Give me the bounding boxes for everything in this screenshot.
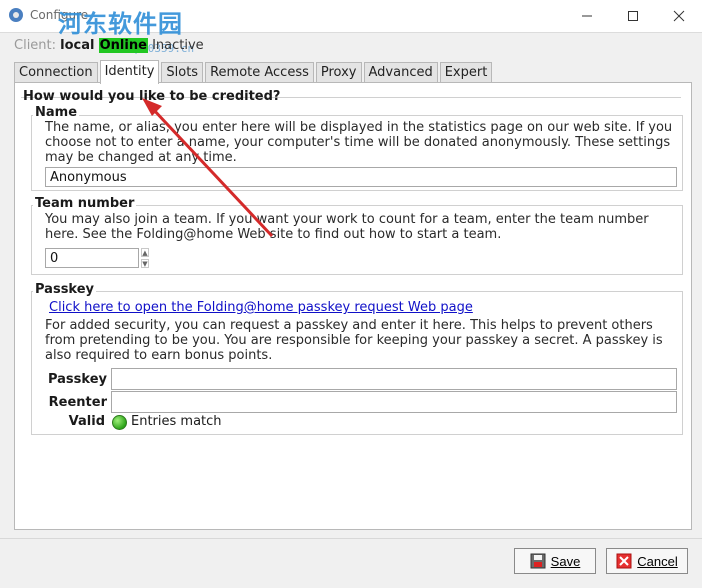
- credit-heading: How would you like to be credited?: [23, 89, 281, 104]
- tab-identity[interactable]: Identity: [99, 60, 160, 84]
- passkey-description: For added security, you can request a pa…: [45, 318, 663, 363]
- cancel-button[interactable]: Cancel: [606, 548, 688, 574]
- valid-label: Valid: [68, 414, 105, 429]
- status-online-badge: Online: [98, 38, 148, 53]
- cancel-icon: [616, 553, 632, 569]
- save-button-label: Save: [550, 553, 581, 569]
- name-section-title: Name: [33, 105, 80, 120]
- name-input[interactable]: [45, 167, 677, 187]
- close-button[interactable]: [656, 0, 702, 31]
- client-name: local: [60, 38, 95, 53]
- client-status-line: Client: local Online Inactive: [14, 38, 204, 53]
- passkey-label: Passkey: [47, 372, 107, 387]
- tab-advanced[interactable]: Advanced: [363, 62, 438, 83]
- title-bar: Configure 河东软件园: [0, 0, 702, 38]
- spin-up-icon[interactable]: ▲: [141, 248, 149, 257]
- team-number-spinner[interactable]: ▲ ▼: [141, 248, 149, 268]
- valid-status-icon: [112, 415, 127, 430]
- app-icon: [9, 8, 23, 22]
- valid-status-text: Entries match: [131, 414, 222, 429]
- team-description: You may also join a team. If you want yo…: [45, 212, 649, 242]
- minimize-button[interactable]: [564, 0, 610, 31]
- tab-proxy[interactable]: Proxy: [315, 62, 362, 83]
- save-icon: [530, 553, 546, 569]
- close-icon: [673, 10, 685, 21]
- name-description: The name, or alias, you enter here will …: [45, 120, 673, 165]
- tab-slots[interactable]: Slots: [161, 62, 204, 83]
- team-number-input[interactable]: [45, 248, 139, 268]
- tab-bar: Connection Identity Slots Remote Access …: [14, 60, 494, 84]
- minimize-icon: [582, 15, 592, 16]
- status-inactive: Inactive: [152, 38, 204, 53]
- team-section-title: Team number: [33, 196, 137, 211]
- tab-expert[interactable]: Expert: [439, 62, 493, 83]
- tab-connection[interactable]: Connection: [14, 62, 98, 83]
- maximize-button[interactable]: [610, 0, 656, 31]
- tab-remote-access[interactable]: Remote Access: [205, 62, 314, 83]
- client-label: Client:: [14, 38, 57, 53]
- footer-divider: [0, 538, 702, 539]
- passkey-section-title: Passkey: [33, 282, 97, 297]
- save-button[interactable]: Save: [514, 548, 596, 574]
- reenter-label: Reenter: [48, 395, 107, 410]
- reenter-passkey-input[interactable]: [111, 391, 677, 413]
- passkey-input[interactable]: [111, 368, 677, 390]
- watermark-logo: 河东软件园: [58, 10, 183, 38]
- cancel-button-label: Cancel: [637, 553, 678, 569]
- identity-panel: How would you like to be credited? Name …: [14, 82, 692, 530]
- passkey-request-link[interactable]: Click here to open the Folding@home pass…: [49, 300, 473, 315]
- maximize-icon: [628, 10, 638, 21]
- spin-down-icon[interactable]: ▼: [141, 259, 149, 268]
